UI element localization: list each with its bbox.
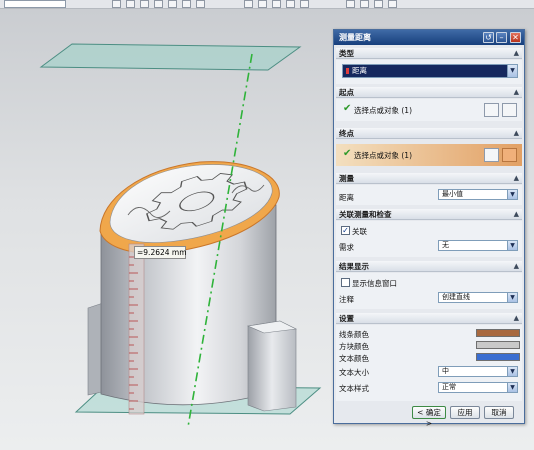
section-results-title: 结果显示 [339,262,369,271]
text-size-select-value: 中 [442,367,449,375]
toolbar-button[interactable] [346,0,355,8]
toolbar-button[interactable] [140,0,149,8]
section-end-header[interactable]: 终点 ▲ [336,128,522,139]
requirement-select-value: 无 [442,241,449,249]
block-color-swatch[interactable] [476,341,520,349]
chevron-down-icon[interactable]: ▼ [507,367,517,376]
text-style-select-value: 正常 [442,383,456,391]
section-type-title: 类型 [339,49,354,58]
right-block [247,320,297,412]
point-snap-icon[interactable] [502,103,517,117]
section-measure-title: 测量 [339,174,354,183]
reset-icon[interactable]: ↺ [483,32,494,43]
chevron-up-icon[interactable]: ▲ [514,173,519,184]
text-style-label: 文本样式 [339,384,369,393]
toolbar-button[interactable] [154,0,163,8]
associative-label: 关联 [352,227,367,236]
text-color-swatch[interactable] [476,353,520,361]
section-associative-title: 关联测量和检查 [339,210,392,219]
apply-button[interactable]: 应用 [450,406,480,419]
toolbar-button[interactable] [374,0,383,8]
toolbar-combo[interactable] [4,0,66,8]
checkmark-icon: ✔ [343,103,352,114]
cancel-button[interactable]: 取消 [484,406,514,419]
distance-select[interactable]: 最小值 ▼ [438,189,518,200]
chevron-down-icon[interactable]: ▼ [507,65,517,77]
section-end-title: 终点 [339,129,354,138]
distance-label: 距离 [339,193,354,202]
distance-select-value: 最小值 [442,190,463,198]
text-size-select[interactable]: 中 ▼ [438,366,518,377]
point-snap-icon[interactable] [502,148,517,162]
annotation-select-value: 创建直线 [442,293,470,301]
section-start-header[interactable]: 起点 ▲ [336,87,522,98]
point-dialog-icon[interactable] [484,148,499,162]
line-color-swatch[interactable] [476,329,520,337]
measure-distance-dialog: 测量距离 ↺ – ✕ 类型 ▲ 距离 ▼ 起点 ▲ ✔ 选择点或对象 (1) 终… [333,29,525,428]
model-scene [39,43,322,428]
type-select-value: 距离 [352,66,367,75]
chevron-down-icon[interactable]: ▼ [507,293,517,302]
checkmark-icon: ✔ [343,148,352,159]
toolbar-button[interactable] [168,0,177,8]
point-dialog-icon[interactable] [484,103,499,117]
minimize-icon[interactable]: – [496,32,507,43]
ok-button[interactable]: < 确定 > [412,406,446,428]
show-info-window-label: 显示信息窗口 [352,279,397,288]
text-color-label: 文本颜色 [339,354,369,363]
annotation-select[interactable]: 创建直线 ▼ [438,292,518,303]
toolbar-button[interactable] [300,0,309,8]
toolbar-button[interactable] [360,0,369,8]
upper-datum-plane [39,43,302,71]
section-settings-title: 设置 [339,314,354,323]
line-color-label: 线条颜色 [339,330,369,339]
requirement-label: 需求 [339,243,354,252]
show-info-window-checkbox[interactable] [341,278,350,287]
toolbar-button[interactable] [244,0,253,8]
section-results-header[interactable]: 结果显示 ▲ [336,261,522,272]
chevron-up-icon[interactable]: ▲ [514,261,519,272]
measure-type-icon [346,68,349,74]
section-start-title: 起点 [339,88,354,97]
graphics-viewport[interactable]: =9.2624 mm [0,9,333,450]
associative-checkbox[interactable]: ✓ [341,226,350,235]
toolbar-button[interactable] [126,0,135,8]
start-point-selector[interactable]: ✔ 选择点或对象 (1) [336,99,522,121]
close-icon[interactable]: ✕ [510,32,521,43]
chevron-up-icon[interactable]: ▲ [514,48,519,59]
chevron-down-icon[interactable]: ▼ [507,241,517,250]
toolbar-button[interactable] [182,0,191,8]
chevron-up-icon[interactable]: ▲ [514,128,519,139]
text-size-label: 文本大小 [339,368,369,377]
section-settings-header[interactable]: 设置 ▲ [336,313,522,324]
annotation-label: 注释 [339,295,354,304]
section-type-header[interactable]: 类型 ▲ [336,48,522,59]
chevron-up-icon[interactable]: ▲ [514,209,519,220]
measure-value-label: =9.2624 mm [134,246,187,259]
end-point-selector[interactable]: ✔ 选择点或对象 (1) [336,144,522,166]
block-color-label: 方块颜色 [339,342,369,351]
text-style-select[interactable]: 正常 ▼ [438,382,518,393]
chevron-up-icon[interactable]: ▲ [514,87,519,98]
type-select[interactable]: 距离 ▼ [342,64,518,78]
chevron-down-icon[interactable]: ▼ [507,383,517,392]
top-toolbar [0,0,534,9]
toolbar-button[interactable] [112,0,121,8]
section-associative-header[interactable]: 关联测量和检查 ▲ [336,209,522,220]
toolbar-button[interactable] [388,0,397,8]
toolbar-button[interactable] [196,0,205,8]
start-point-select-text: 选择点或对象 (1) [354,106,413,115]
chevron-up-icon[interactable]: ▲ [514,313,519,324]
toolbar-button[interactable] [286,0,295,8]
toolbar-button[interactable] [272,0,281,8]
section-measure-header[interactable]: 测量 ▲ [336,173,522,184]
toolbar-button[interactable] [258,0,267,8]
chevron-down-icon[interactable]: ▼ [507,190,517,199]
requirement-select[interactable]: 无 ▼ [438,240,518,251]
end-point-select-text: 选择点或对象 (1) [354,151,413,160]
